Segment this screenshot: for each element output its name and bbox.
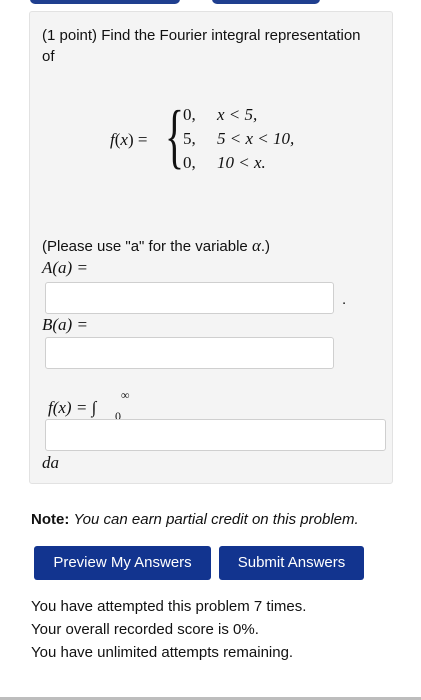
attempts-status: You have attempted this problem 7 times.	[31, 598, 307, 615]
A-label: A(a) =	[42, 258, 88, 277]
case-condition-1: x < 5,	[217, 105, 258, 124]
problem-intro-line2: of	[42, 48, 55, 65]
variable-hint-symbol: α	[251, 236, 261, 255]
function-label: f(x) =	[110, 130, 148, 149]
integral-expression: f(x) = ∫	[48, 398, 96, 418]
partial-credit-note: Note: You can earn partial credit on thi…	[31, 511, 359, 528]
problem-intro-line1: (1 point) Find the Fourier integral repr…	[42, 27, 361, 44]
submit-answers-button[interactable]: Submit Answers	[219, 546, 364, 580]
case-condition-3: 10 < x.	[217, 153, 266, 172]
variable-hint-suffix: .)	[260, 238, 271, 255]
B-answer-input[interactable]	[45, 337, 334, 369]
case-value-1: 0,	[183, 105, 196, 124]
da-label: da	[42, 453, 59, 472]
A-answer-input[interactable]	[45, 282, 334, 314]
case-condition-2: 5 < x < 10,	[217, 129, 295, 148]
note-bold: Note:	[31, 511, 70, 528]
score-status: Your overall recorded score is 0%.	[31, 621, 259, 638]
A-trailing-period: .	[342, 291, 347, 308]
variable-hint: (Please use "a" for the variable α.)	[42, 235, 270, 257]
piecewise-brace: {	[165, 96, 185, 176]
B-label: B(a) =	[42, 315, 88, 334]
f-label: f(x) = ∫	[48, 398, 97, 417]
f-answer-input[interactable]	[45, 419, 386, 451]
remaining-status: You have unlimited attempts remaining.	[31, 644, 294, 661]
case-value-2: 5,	[183, 129, 196, 148]
case-value-3: 0,	[183, 153, 196, 172]
variable-hint-prefix: (Please use "a" for the variable	[42, 238, 252, 255]
top-tab-strip	[30, 0, 321, 5]
preview-answers-button[interactable]: Preview My Answers	[34, 546, 211, 580]
note-text: You can earn partial credit on this prob…	[73, 511, 359, 528]
top-tab-right[interactable]	[212, 0, 320, 4]
top-tab-left[interactable]	[30, 0, 180, 4]
problem-panel: (1 point) Find the Fourier integral repr…	[29, 11, 393, 484]
integral-upper-limit: ∞	[121, 388, 130, 402]
